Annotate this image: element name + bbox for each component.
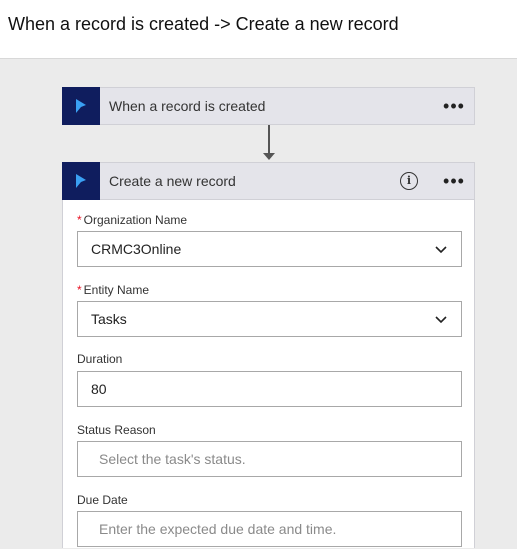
connector-line xyxy=(268,125,270,155)
dynamics-logo-icon xyxy=(62,86,100,125)
due-date-placeholder: Enter the expected due date and time. xyxy=(99,521,337,537)
action-card-body: * Organization Name CRMC3Online * Entity N… xyxy=(62,200,475,548)
entity-name-dropdown[interactable]: Tasks xyxy=(77,301,462,337)
action-title: Create a new record xyxy=(109,173,236,189)
chevron-down-icon xyxy=(435,246,447,254)
duration-label: Duration xyxy=(77,352,123,366)
down-arrow-icon xyxy=(263,153,275,160)
duration-value: 80 xyxy=(91,381,107,397)
required-mark: * xyxy=(77,213,82,227)
more-dots-icon[interactable]: ••• xyxy=(442,172,466,190)
entity-name-label: * Entity Name xyxy=(77,283,150,297)
required-mark: * xyxy=(77,283,82,297)
trigger-title: When a record is created xyxy=(109,98,266,114)
dynamics-logo-icon xyxy=(62,161,100,200)
organization-name-dropdown[interactable]: CRMC3Online xyxy=(77,231,462,267)
status-reason-label: Status Reason xyxy=(77,423,156,437)
organization-name-label: * Organization Name xyxy=(77,213,188,227)
trigger-card-header[interactable]: When a record is created ••• xyxy=(62,86,475,125)
due-date-input[interactable]: Enter the expected due date and time. xyxy=(77,511,462,547)
status-reason-placeholder: Select the task's status. xyxy=(99,451,246,467)
due-date-label: Due Date xyxy=(77,493,128,507)
more-dots-icon[interactable]: ••• xyxy=(442,97,466,115)
duration-input[interactable]: 80 xyxy=(77,371,462,407)
info-icon[interactable]: i xyxy=(400,172,418,190)
entity-name-value: Tasks xyxy=(91,311,127,327)
status-reason-input[interactable]: Select the task's status. xyxy=(77,441,462,477)
organization-name-value: CRMC3Online xyxy=(91,241,182,257)
page-title: When a record is created -> Create a new… xyxy=(8,14,399,34)
chevron-down-icon xyxy=(435,316,447,324)
action-card-header[interactable]: Create a new record i ••• xyxy=(62,161,475,200)
